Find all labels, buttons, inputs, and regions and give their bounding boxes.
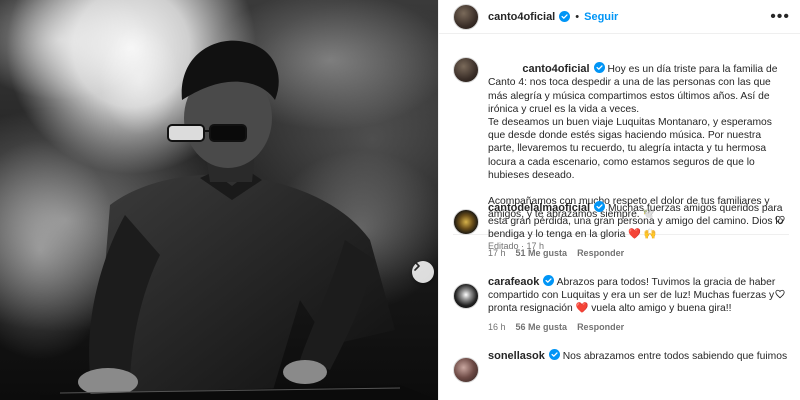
more-options-icon[interactable]: •••	[770, 8, 790, 25]
verified-badge-icon	[543, 275, 555, 286]
verified-badge-icon	[593, 62, 605, 74]
post-sidebar: canto4oficial • Seguir ••• canto4oficial…	[438, 0, 800, 400]
author-username[interactable]: canto4oficial	[488, 11, 555, 23]
commenter-username[interactable]: cantodelalmaoficial	[488, 202, 590, 214]
instagram-post: canto4oficial • Seguir ••• canto4oficial…	[0, 0, 800, 400]
comment-item: sonellasok Nos abrazamos entre todos sab…	[453, 349, 789, 383]
post-photo[interactable]	[0, 0, 438, 400]
comment-body: carafeaok Abrazos para todos! Tuvimos la…	[488, 275, 789, 334]
comment-item: carafeaok Abrazos para todos! Tuvimos la…	[453, 275, 789, 334]
musician-photo-illustration	[0, 0, 438, 400]
commenter-username[interactable]: sonellasok	[488, 350, 545, 362]
comment-likes[interactable]: 56 Me gusta	[516, 321, 568, 334]
like-heart-icon[interactable]	[775, 289, 785, 299]
like-heart-icon[interactable]	[775, 215, 785, 225]
separator-dot: •	[575, 10, 580, 23]
comment-time: 17 h	[488, 247, 506, 258]
comment-body: cantodelalmaoficial Muchas fuerzas amigo…	[488, 201, 789, 260]
verified-badge-icon	[559, 11, 571, 22]
reply-button[interactable]: Responder	[577, 247, 624, 260]
comment-meta: 16 h 56 Me gusta Responder	[488, 321, 789, 334]
reply-button[interactable]: Responder	[577, 321, 624, 334]
comment-text: Nos abrazamos entre todos sabiendo que f…	[559, 351, 788, 362]
chevron-right-icon	[414, 261, 420, 271]
post-header: canto4oficial • Seguir •••	[439, 0, 800, 34]
verified-badge-icon	[548, 349, 560, 360]
comment-body: sonellasok Nos abrazamos entre todos sab…	[488, 349, 789, 383]
commenter-username[interactable]: carafeaok	[488, 276, 539, 288]
commenter-avatar[interactable]	[453, 283, 479, 309]
commenter-avatar[interactable]	[453, 209, 479, 235]
caption-author-username[interactable]: canto4oficial	[522, 63, 589, 75]
follow-button[interactable]: Seguir	[584, 11, 618, 23]
comment-likes[interactable]: 51 Me gusta	[516, 247, 568, 260]
caption-text: Hoy es un día triste para la familia de …	[488, 64, 778, 221]
next-photo-button[interactable]	[412, 261, 434, 283]
comment-time: 16 h	[488, 321, 506, 332]
author-avatar[interactable]	[453, 3, 479, 30]
comment-meta: 17 h 51 Me gusta Responder	[488, 247, 789, 260]
commenter-avatar[interactable]	[453, 357, 479, 383]
verified-badge-icon	[594, 201, 606, 212]
caption-author-avatar[interactable]	[453, 57, 479, 83]
comment-item: cantodelalmaoficial Muchas fuerzas amigo…	[453, 201, 789, 260]
